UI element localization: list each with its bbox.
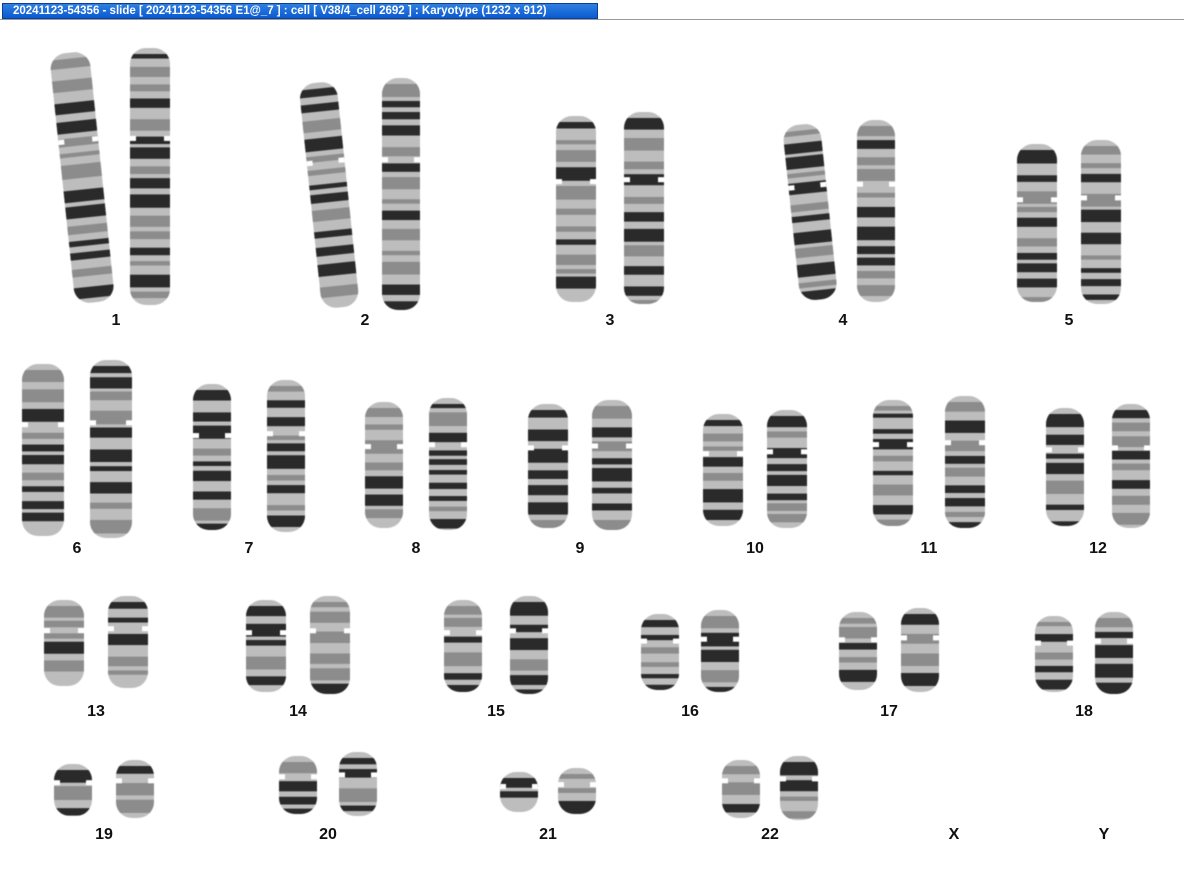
chromosome-pair-image — [49, 48, 170, 305]
chromosome-label-14: 14 — [289, 703, 307, 720]
chromosome-label-9: 9 — [575, 540, 585, 557]
chromosome-label-15: 15 — [487, 703, 505, 720]
chromosome-pair-image — [193, 380, 305, 532]
chromosome-pair-19[interactable] — [51, 760, 157, 818]
chromosome-label-8: 8 — [411, 540, 421, 557]
chromosome-pair-image — [722, 756, 818, 820]
active-window-caption[interactable]: 20241123-54356 - slide [ 20241123-54356 … — [2, 3, 598, 19]
chromosome-label-3: 3 — [605, 312, 615, 329]
chromosome-pair-image — [1017, 140, 1121, 304]
chromosome-pair-18[interactable] — [1032, 612, 1136, 694]
chromosome-pair-image — [44, 596, 148, 688]
chromosome-pair-5[interactable] — [1014, 140, 1124, 304]
chromosome-pair-image — [528, 400, 632, 530]
chromosome-pair-8[interactable] — [362, 398, 470, 530]
chromosome-pair-11[interactable] — [870, 396, 988, 528]
chromosome-label-13: 13 — [87, 703, 105, 720]
chromosome-label-19: 19 — [95, 826, 113, 843]
chromosome-pair-12[interactable] — [1043, 404, 1153, 528]
chromosome-pair-2[interactable] — [298, 78, 423, 310]
chromosome-pair-image — [500, 768, 596, 814]
chromosome-label-x: X — [948, 826, 960, 843]
chromosome-pair-7[interactable] — [190, 380, 308, 532]
chromosome-pair-16[interactable] — [638, 610, 742, 692]
chromosome-label-11: 11 — [920, 540, 938, 557]
chromosome-pair-image — [873, 396, 985, 528]
chromosome-label-2: 2 — [360, 312, 370, 329]
chromosome-pair-17[interactable] — [836, 608, 942, 692]
chromosome-label-1: 1 — [111, 312, 121, 329]
chromosome-pair-6[interactable] — [19, 360, 135, 538]
chromosome-label-6: 6 — [72, 540, 82, 557]
chromosome-pair-14[interactable] — [243, 596, 353, 694]
chromosome-label-16: 16 — [681, 703, 699, 720]
chromosome-pair-22[interactable] — [719, 756, 821, 820]
chromosome-label-10: 10 — [746, 540, 764, 557]
chromosome-pair-13[interactable] — [41, 596, 151, 688]
chromosome-pair-image — [839, 608, 939, 692]
chromosome-pair-1[interactable] — [49, 48, 173, 305]
chromosome-label-18: 18 — [1075, 703, 1093, 720]
chromosome-pair-image — [703, 410, 807, 528]
chromosome-label-12: 12 — [1089, 540, 1107, 557]
chromosome-label-22: 22 — [761, 826, 779, 843]
chromosome-pair-image — [298, 78, 420, 310]
chromosome-pair-10[interactable] — [700, 410, 810, 528]
chromosome-pair-21[interactable] — [497, 768, 599, 814]
chromosome-pair-4[interactable] — [782, 120, 898, 302]
chromosome-pair-20[interactable] — [276, 752, 380, 816]
chromosome-pair-image — [444, 596, 548, 694]
chromosome-label-5: 5 — [1064, 312, 1074, 329]
chromosome-pair-image — [246, 596, 350, 694]
chromosome-pair-image — [1035, 612, 1133, 694]
chromosome-pair-image — [365, 398, 467, 530]
chromosome-pair-image — [641, 610, 739, 692]
chromosome-pair-15[interactable] — [441, 596, 551, 694]
window-title: 20241123-54356 - slide [ 20241123-54356 … — [13, 5, 547, 17]
chromosome-pair-9[interactable] — [525, 400, 635, 530]
chromosome-pair-image — [556, 112, 664, 304]
chromosome-label-17: 17 — [880, 703, 898, 720]
window-title-bar[interactable]: 20241123-54356 - slide [ 20241123-54356 … — [0, 0, 1184, 20]
chromosome-pair-image — [54, 760, 154, 818]
chromosome-label-y: Y — [1098, 826, 1110, 843]
chromosome-label-7: 7 — [244, 540, 254, 557]
chromosome-pair-image — [279, 752, 377, 816]
chromosome-pair-3[interactable] — [553, 112, 667, 304]
chromosome-label-21: 21 — [539, 826, 557, 843]
karyogram-panel: 1 2 3 4 5 6 7 8 9 10 11 12 13 14 15 16 17 18 19 20 21 22 X Y — [0, 21, 1184, 869]
chromosome-pair-image — [22, 360, 132, 538]
chromosome-label-20: 20 — [319, 826, 337, 843]
chromosome-label-4: 4 — [838, 312, 848, 329]
chromosome-pair-image — [1046, 404, 1150, 528]
chromosome-pair-image — [782, 120, 895, 302]
